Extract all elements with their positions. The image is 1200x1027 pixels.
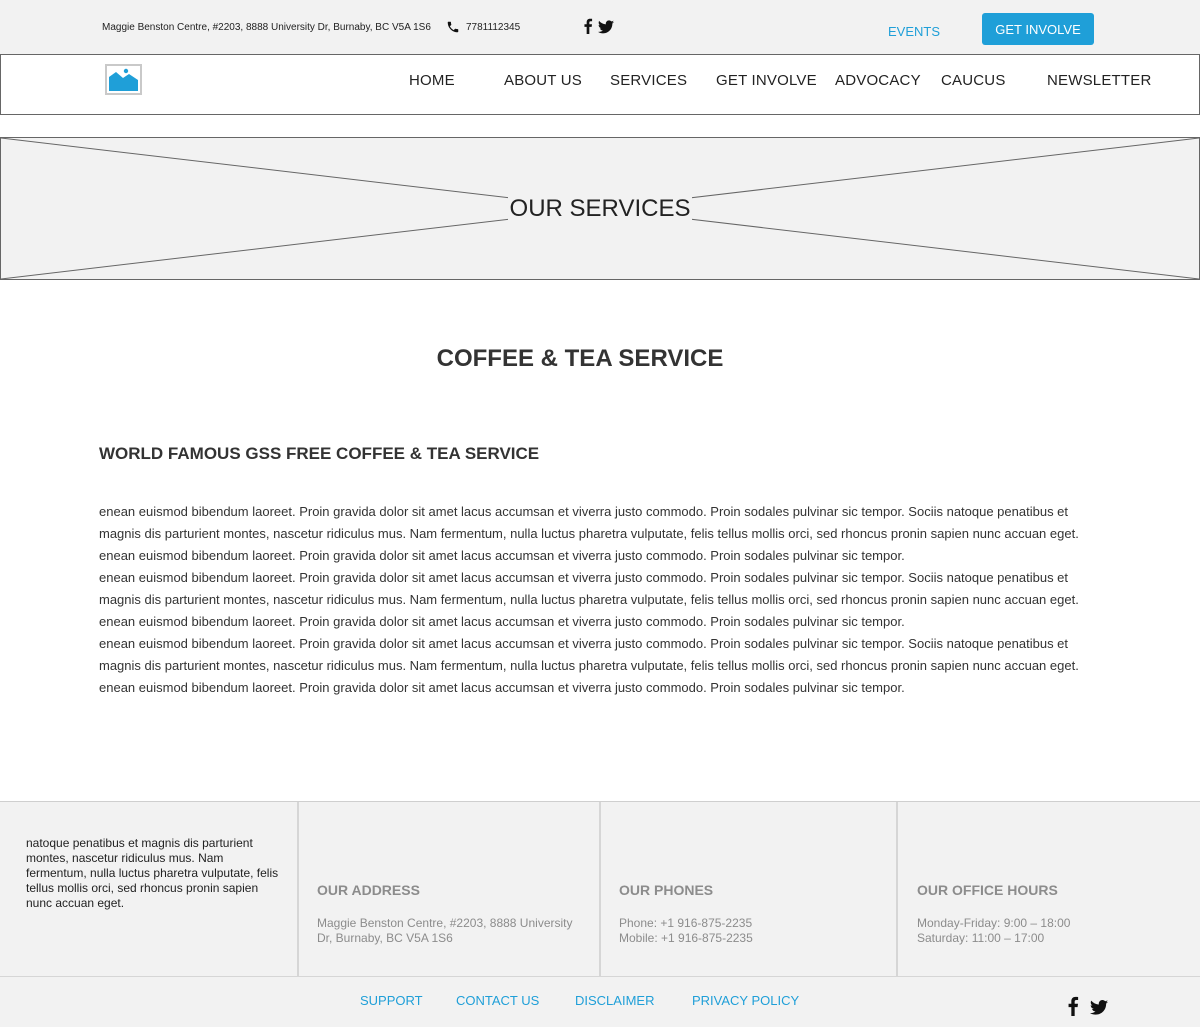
- footer-intro-column: natoque penatibus et magnis dis parturie…: [0, 802, 299, 977]
- footer-mobile-line: Mobile: +1 916-875-2235: [619, 931, 753, 945]
- body-paragraph: enean euismod bibendum laoreet. Proin gr…: [99, 636, 1079, 695]
- section-subtitle: WORLD FAMOUS GSS FREE COFFEE & TEA SERVI…: [99, 444, 540, 463]
- footer-intro-text: natoque penatibus et magnis dis parturie…: [26, 836, 279, 910]
- events-link[interactable]: EVENTS: [888, 24, 940, 39]
- hero-title-text: OUR SERVICES: [507, 195, 693, 222]
- main-nav: HOME ABOUT US SERVICES GET INVOLVE ADVOC…: [0, 54, 1200, 115]
- bottom-bar: SUPPORT CONTACT US DISCLAIMER PRIVACY PO…: [0, 976, 1200, 1027]
- footer-address-text: Maggie Benston Centre, #2203, 8888 Unive…: [317, 916, 601, 946]
- footer-phones-column: OUR PHONES Phone: +1 916-875-2235 Mobile…: [601, 802, 898, 977]
- body-paragraph: enean euismod bibendum laoreet. Proin gr…: [99, 570, 1079, 629]
- footer-phones-text: Phone: +1 916-875-2235 Mobile: +1 916-87…: [619, 916, 889, 946]
- footer-hours-heading: OUR OFFICE HOURS: [917, 882, 1058, 898]
- twitter-icon[interactable]: [598, 20, 614, 34]
- footer-phone-line: Phone: +1 916-875-2235: [619, 916, 753, 930]
- footer-address-line: Dr, Burnaby, BC V5A 1S6: [317, 931, 453, 945]
- footer-address-heading: OUR ADDRESS: [317, 882, 420, 898]
- disclaimer-link[interactable]: DISCLAIMER: [575, 993, 654, 1008]
- nav-about-us[interactable]: ABOUT US: [504, 72, 582, 89]
- hero-title: OUR SERVICES: [1, 195, 1199, 223]
- top-bar: Maggie Benston Centre, #2203, 8888 Unive…: [0, 0, 1200, 54]
- nav-advocacy[interactable]: ADVOCACY: [835, 72, 921, 89]
- footer: natoque penatibus et magnis dis parturie…: [0, 801, 1200, 977]
- footer-address-line: Maggie Benston Centre, #2203, 8888 Unive…: [317, 916, 573, 930]
- phone-icon: [447, 21, 459, 33]
- body-text: enean euismod bibendum laoreet. Proin gr…: [99, 501, 1099, 699]
- nav-caucus[interactable]: CAUCUS: [941, 72, 1006, 89]
- nav-newsletter[interactable]: NEWSLETTER: [1047, 72, 1152, 89]
- image-placeholder-icon: [107, 66, 140, 93]
- support-link[interactable]: SUPPORT: [360, 993, 423, 1008]
- contact-us-link[interactable]: CONTACT US: [456, 993, 539, 1008]
- page-title: COFFEE & TEA SERVICE: [436, 345, 724, 372]
- facebook-icon[interactable]: [1067, 996, 1079, 1016]
- top-phone: 7781112345: [466, 22, 521, 33]
- hero-banner: OUR SERVICES: [0, 137, 1200, 280]
- privacy-policy-link[interactable]: PRIVACY POLICY: [692, 993, 799, 1008]
- footer-hours-saturday: Saturday: 11:00 – 17:00: [917, 931, 1045, 945]
- facebook-icon[interactable]: [583, 18, 593, 34]
- logo[interactable]: [105, 64, 142, 95]
- get-involve-button[interactable]: GET INVOLVE: [982, 13, 1094, 45]
- footer-phones-heading: OUR PHONES: [619, 882, 714, 898]
- body-paragraph: enean euismod bibendum laoreet. Proin gr…: [99, 504, 1079, 563]
- twitter-icon[interactable]: [1090, 1000, 1108, 1015]
- footer-hours-weekday: Monday-Friday: 9:00 – 18:00: [917, 916, 1071, 930]
- footer-address-column: OUR ADDRESS Maggie Benston Centre, #2203…: [299, 802, 601, 977]
- top-address: Maggie Benston Centre, #2203, 8888 Unive…: [102, 22, 431, 33]
- footer-hours-column: OUR OFFICE HOURS Monday-Friday: 9:00 – 1…: [898, 802, 1200, 977]
- nav-services[interactable]: SERVICES: [610, 72, 687, 89]
- nav-get-involve[interactable]: GET INVOLVE: [716, 72, 817, 89]
- nav-home[interactable]: HOME: [409, 72, 455, 89]
- footer-hours-text: Monday-Friday: 9:00 – 18:00 Saturday: 11…: [917, 916, 1187, 946]
